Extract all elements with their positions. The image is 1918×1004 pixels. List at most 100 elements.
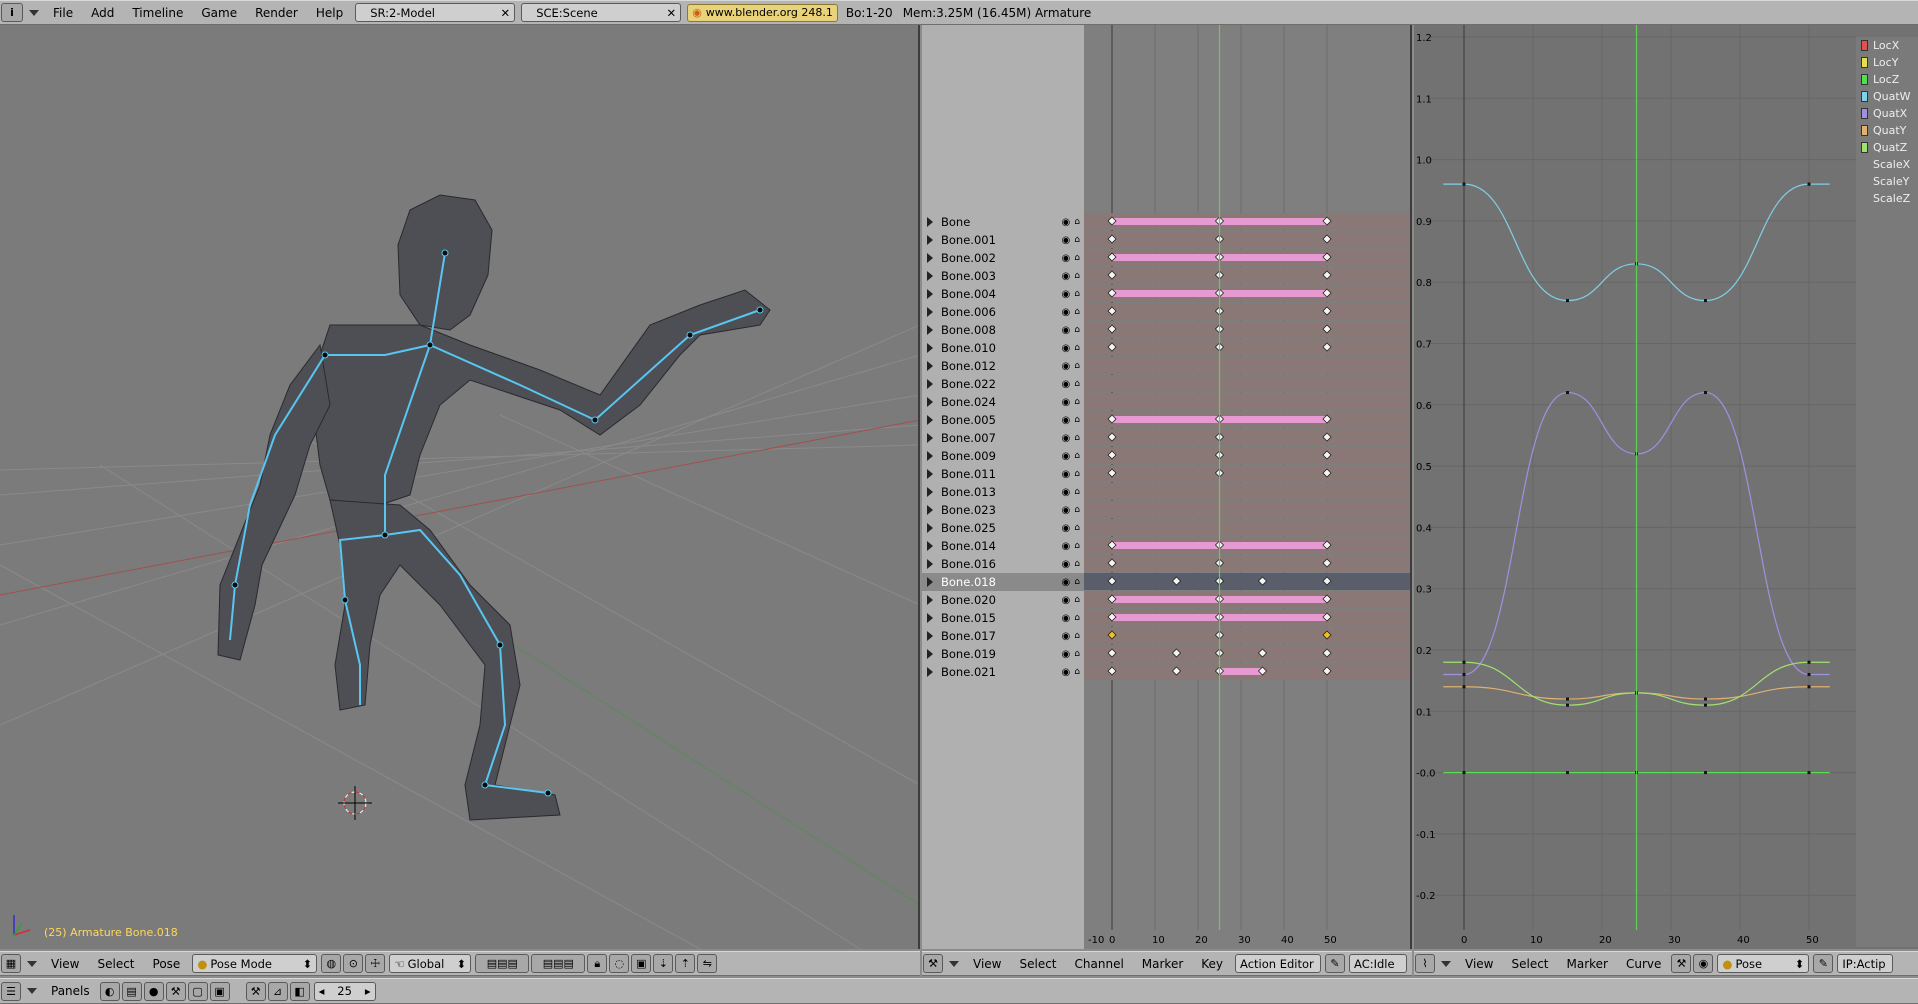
lock-icon[interactable]: ⌂: [1074, 631, 1080, 641]
eye-icon[interactable]: ◉: [1693, 954, 1714, 973]
channel-row[interactable]: Bone.001 ◉ ⌂: [922, 231, 1084, 249]
channel-row[interactable]: Bone.016 ◉ ⌂: [922, 555, 1084, 573]
curve-keyframe[interactable]: [1704, 391, 1707, 395]
expand-arrow-icon[interactable]: [927, 667, 933, 677]
lock-icon[interactable]: ⌂: [1074, 577, 1080, 587]
3d-cursor-icon[interactable]: [338, 786, 372, 820]
mode-selector[interactable]: ● Pose Mode ⬍: [192, 954, 318, 973]
ipo-type-icon[interactable]: ⚒: [1671, 954, 1692, 973]
eye-icon[interactable]: ◉: [1062, 523, 1071, 534]
eye-icon[interactable]: ◉: [1062, 649, 1071, 660]
curve-keyframe[interactable]: [1566, 703, 1569, 707]
channel-track[interactable]: [1084, 501, 1412, 518]
channel-row[interactable]: Bone.013 ◉ ⌂: [922, 483, 1084, 501]
eye-icon[interactable]: ◉: [1062, 271, 1071, 282]
expand-arrow-icon[interactable]: [927, 217, 933, 227]
curve-keyframe[interactable]: [1566, 697, 1569, 701]
close-icon[interactable]: ✕: [495, 6, 511, 20]
collapse-icon[interactable]: [1441, 960, 1451, 967]
channel-row[interactable]: Bone.025 ◉ ⌂: [922, 519, 1084, 537]
eye-icon[interactable]: ◉: [1062, 595, 1071, 606]
expand-arrow-icon[interactable]: [927, 505, 933, 515]
channel-row[interactable]: Bone.024 ◉ ⌂: [922, 393, 1084, 411]
channel-row[interactable]: Bone.010 ◉ ⌂: [922, 339, 1084, 357]
eye-icon[interactable]: ◉: [1062, 631, 1071, 642]
curve-keyframe[interactable]: [1566, 771, 1569, 775]
lock-icon[interactable]: ⌂: [1074, 415, 1080, 425]
proportional-edit-icon[interactable]: ◌: [609, 954, 630, 973]
ipo-channel-item[interactable]: LocX: [1856, 37, 1918, 54]
lock-icon[interactable]: ⌂: [1074, 289, 1080, 299]
eye-icon[interactable]: ◉: [1062, 289, 1071, 300]
channel-row[interactable]: Bone.007 ◉ ⌂: [922, 429, 1084, 447]
channel-track[interactable]: [1084, 231, 1412, 248]
3d-viewport[interactable]: (25) Armature Bone.018: [0, 25, 920, 949]
close-icon[interactable]: ✕: [661, 6, 677, 20]
script-icon[interactable]: ▤: [121, 981, 142, 1001]
screen-selector[interactable]: SR:2-Model ✕: [355, 3, 516, 22]
curve-keyframe[interactable]: [1807, 673, 1811, 677]
expand-arrow-icon[interactable]: [927, 343, 933, 353]
eye-icon[interactable]: ◉: [1062, 487, 1071, 498]
info-icon[interactable]: i: [1, 3, 23, 22]
draw-type-icon[interactable]: ◍: [321, 954, 342, 973]
expand-arrow-icon[interactable]: [927, 271, 933, 281]
curve-keyframe[interactable]: [1462, 685, 1466, 689]
channel-row[interactable]: Bone.004 ◉ ⌂: [922, 285, 1084, 303]
eye-icon[interactable]: ◉: [1062, 343, 1071, 354]
curve-keyframe[interactable]: [1462, 660, 1466, 664]
curve-keyframe[interactable]: [1807, 771, 1811, 775]
channel-track[interactable]: [1084, 321, 1412, 338]
lock-icon[interactable]: ⌂: [1074, 325, 1080, 335]
channel-row[interactable]: Bone.019 ◉ ⌂: [922, 645, 1084, 663]
menu-view[interactable]: View: [964, 957, 1010, 971]
expand-arrow-icon[interactable]: [927, 253, 933, 263]
channel-track[interactable]: [1084, 429, 1412, 446]
shading-icon[interactable]: ●: [143, 981, 164, 1001]
scene-icon[interactable]: ▣: [209, 981, 230, 1001]
channel-track[interactable]: [1084, 339, 1412, 356]
ipo-editor[interactable]: 1.2 1.1 1.0 0.9 0.8 0.7 0.6 0.5 0.4 0.3 0.2 0.1 -0.0…: [1414, 25, 1918, 949]
expand-arrow-icon[interactable]: [927, 415, 933, 425]
lock-icon[interactable]: ⌂: [1074, 469, 1080, 479]
menu-help[interactable]: Help: [307, 6, 352, 20]
expand-arrow-icon[interactable]: [927, 595, 933, 605]
channel-row[interactable]: Bone.023 ◉ ⌂: [922, 501, 1084, 519]
expand-arrow-icon[interactable]: [927, 307, 933, 317]
expand-arrow-icon[interactable]: [927, 379, 933, 389]
curve-keyframe[interactable]: [1807, 182, 1811, 186]
curve-keyframe[interactable]: [1566, 299, 1569, 303]
channel-track[interactable]: [1084, 267, 1412, 284]
ipo-block-selector[interactable]: ● Pose ⬍: [1717, 954, 1810, 973]
expand-arrow-icon[interactable]: [927, 235, 933, 245]
ipo-graph[interactable]: 1.2 1.1 1.0 0.9 0.8 0.7 0.6 0.5 0.4 0.3 0.2 0.1 -0.0…: [1414, 25, 1856, 949]
layers-icon[interactable]: ▤▤▤: [475, 954, 530, 973]
lock-icon[interactable]: ⌂: [1074, 613, 1080, 623]
menu-pose[interactable]: Pose: [144, 957, 190, 971]
menu-render[interactable]: Render: [246, 6, 307, 20]
eye-icon[interactable]: ◉: [1062, 577, 1071, 588]
curve-keyframe[interactable]: [1462, 182, 1466, 186]
channel-row[interactable]: Bone.021 ◉ ⌂: [922, 663, 1084, 681]
channel-row[interactable]: Bone.009 ◉ ⌂: [922, 447, 1084, 465]
editor-type-icon[interactable]: ▦: [1, 954, 21, 973]
eye-icon[interactable]: ◉: [1062, 505, 1071, 516]
curve-keyframe[interactable]: [1704, 771, 1707, 775]
curve-keyframe[interactable]: [1704, 703, 1707, 707]
eye-icon[interactable]: ◉: [1062, 613, 1071, 624]
lock-icon[interactable]: 🔒︎: [587, 954, 608, 973]
action-grid[interactable]: -10 0 10 20 30 40 50: [1084, 25, 1412, 949]
object-icon[interactable]: ⚒: [165, 981, 186, 1001]
expand-arrow-icon[interactable]: [927, 397, 933, 407]
channel-row[interactable]: Bone.020 ◉ ⌂: [922, 591, 1084, 609]
eye-icon[interactable]: ◉: [1062, 307, 1071, 318]
curve-keyframe[interactable]: [1462, 673, 1466, 677]
blender-url[interactable]: ◉ www.blender.org 248.1: [687, 3, 838, 22]
expand-arrow-icon[interactable]: [927, 433, 933, 443]
eye-icon[interactable]: ◉: [1062, 469, 1071, 480]
menu-marker[interactable]: Marker: [1558, 957, 1617, 971]
collapse-icon[interactable]: [949, 960, 959, 967]
armature-icon[interactable]: ⚒: [245, 981, 266, 1001]
channel-track[interactable]: [1084, 627, 1412, 644]
menu-view[interactable]: View: [42, 957, 88, 971]
